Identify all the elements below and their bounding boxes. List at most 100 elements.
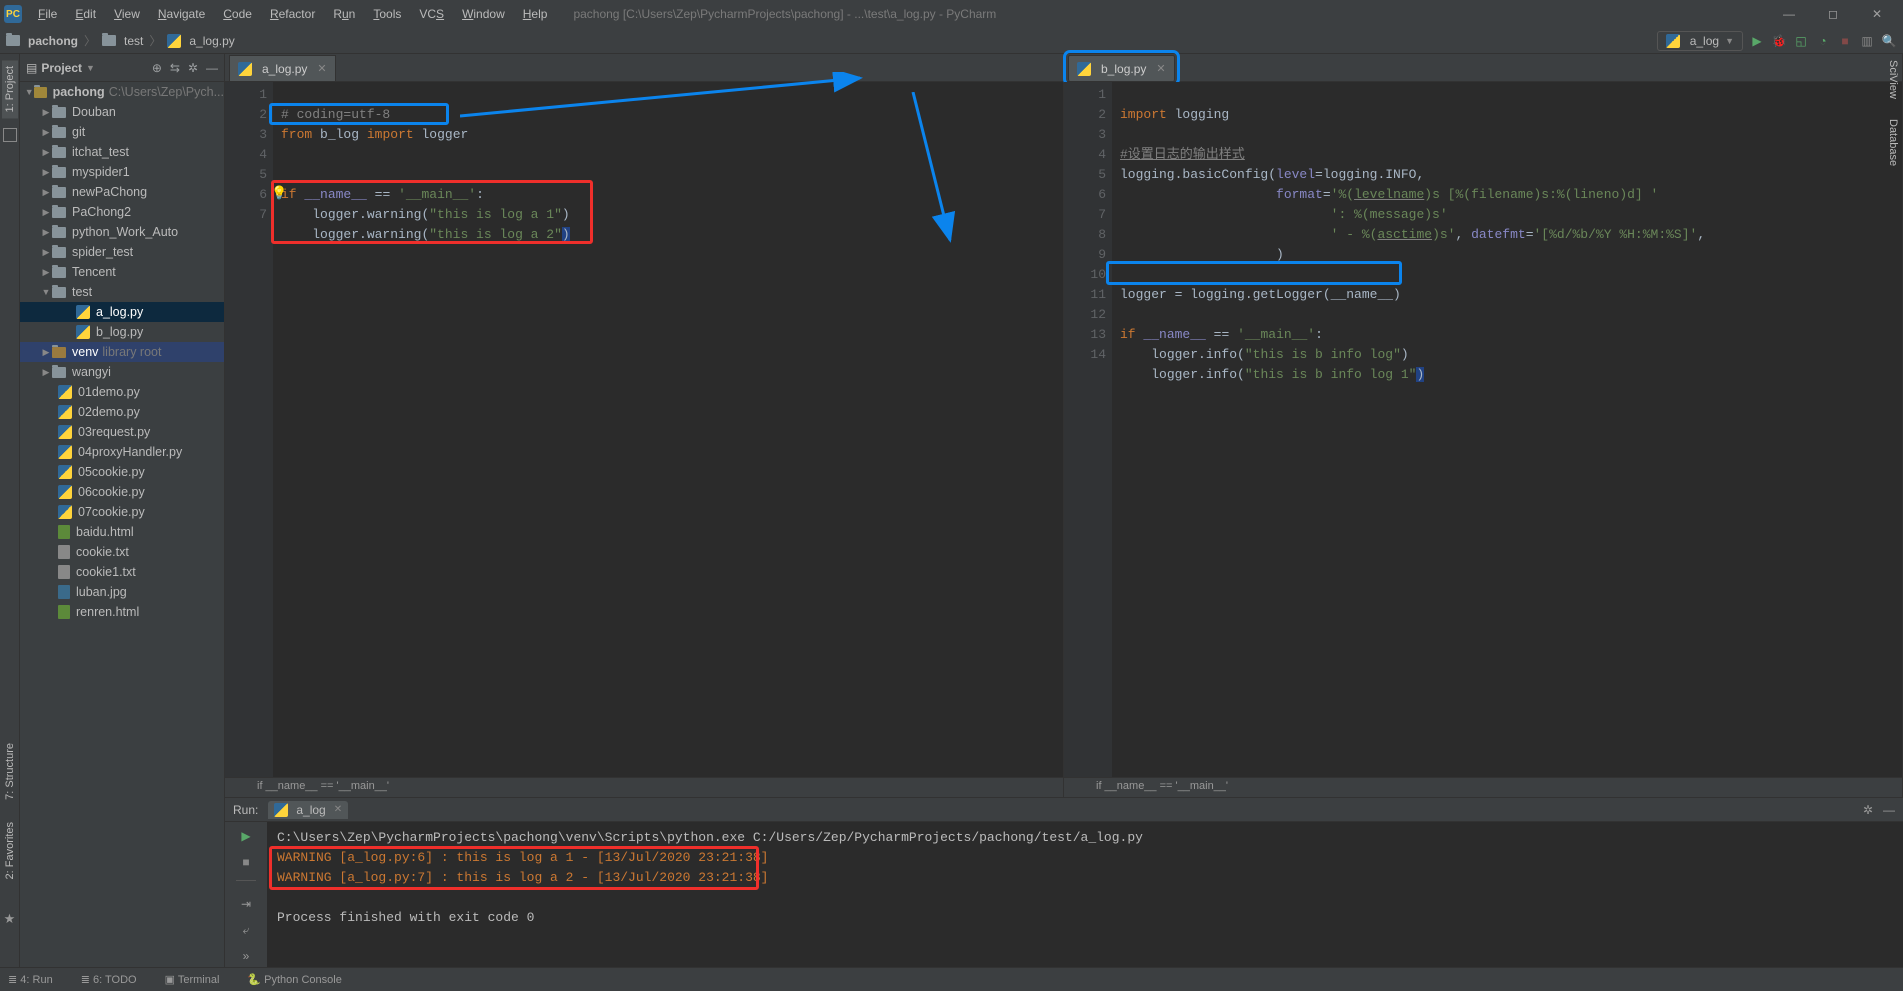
chevron-down-icon[interactable]: ▼ xyxy=(86,63,95,73)
folder-icon xyxy=(52,287,66,298)
code-area[interactable]: # coding=utf-8 from b_log import logger … xyxy=(273,82,1063,777)
run-config-selector[interactable]: a_log ▼ xyxy=(1657,31,1743,51)
tree-file[interactable]: 04proxyHandler.py xyxy=(20,442,224,462)
stop-button[interactable]: ■ xyxy=(1837,33,1853,49)
tree-root[interactable]: ▼ pachong C:\Users\Zep\Pych... xyxy=(20,82,224,102)
tree-file[interactable]: luban.jpg xyxy=(20,582,224,602)
profile-button[interactable]: ◔ xyxy=(1815,33,1831,49)
tree-file[interactable]: cookie.txt xyxy=(20,542,224,562)
more-button[interactable]: » xyxy=(238,948,254,964)
tree-dir-venv[interactable]: ▶ venv library root xyxy=(20,342,224,362)
tree-file[interactable]: 07cookie.py xyxy=(20,502,224,522)
tree-file[interactable]: 02demo.py xyxy=(20,402,224,422)
menu-file[interactable]: File xyxy=(30,3,65,25)
tree-label: 06cookie.py xyxy=(78,485,145,499)
editor-tab-b-log[interactable]: b_log.py ✕ xyxy=(1068,55,1175,81)
tree-label: Tencent xyxy=(72,265,116,279)
editor-breadcrumb[interactable]: if __name__ == '__main__' xyxy=(225,777,1063,797)
tree-dir[interactable]: ▶spider_test xyxy=(20,242,224,262)
tool-tab-favorites[interactable]: 2: Favorites xyxy=(2,816,18,885)
breadcrumb-dir[interactable]: test xyxy=(124,34,143,48)
tree-label: itchat_test xyxy=(72,145,129,159)
tree-dir[interactable]: ▶PaChong2 xyxy=(20,202,224,222)
menu-code[interactable]: Code xyxy=(215,3,260,25)
tool-tab-database[interactable]: Database xyxy=(1885,113,1901,172)
tree-file[interactable]: 03request.py xyxy=(20,422,224,442)
tree-file[interactable]: baidu.html xyxy=(20,522,224,542)
menu-edit[interactable]: Edit xyxy=(67,3,104,25)
settings-icon[interactable]: ✲ xyxy=(1863,803,1873,817)
tree-dir-test[interactable]: ▼ test xyxy=(20,282,224,302)
settings-icon[interactable]: ✲ xyxy=(188,61,198,75)
menu-run[interactable]: Run xyxy=(325,3,363,25)
tree-file-b-log[interactable]: b_log.py xyxy=(20,322,224,342)
tree-dir[interactable]: ▶python_Work_Auto xyxy=(20,222,224,242)
layout-button[interactable]: ⇥ xyxy=(238,896,254,912)
tree-file[interactable]: 06cookie.py xyxy=(20,482,224,502)
tool-tab-sciview[interactable]: SciView xyxy=(1885,54,1901,105)
tree-file[interactable]: cookie1.txt xyxy=(20,562,224,582)
tree-dir[interactable]: ▶git xyxy=(20,122,224,142)
tool-tab-structure[interactable]: 7: Structure xyxy=(2,737,18,806)
menu-tools[interactable]: Tools xyxy=(365,3,409,25)
menu-help[interactable]: Help xyxy=(515,3,556,25)
editor-breadcrumb[interactable]: if __name__ == '__main__' xyxy=(1064,777,1902,797)
status-item[interactable]: ▣ Terminal xyxy=(165,973,220,986)
tool-tab-icon[interactable] xyxy=(3,128,17,142)
status-item[interactable]: ≣ 6: TODO xyxy=(81,973,137,986)
status-item[interactable]: ≣ 4: Run xyxy=(8,973,53,986)
window-title: pachong [C:\Users\Zep\PycharmProjects\pa… xyxy=(573,7,996,21)
python-icon xyxy=(58,465,72,479)
menu-refactor[interactable]: Refactor xyxy=(262,3,323,25)
close-button[interactable]: ✕ xyxy=(1863,7,1891,21)
tree-file[interactable]: 05cookie.py xyxy=(20,462,224,482)
tree-dir[interactable]: ▶newPaChong xyxy=(20,182,224,202)
tree-dir[interactable]: ▶myspider1 xyxy=(20,162,224,182)
editor-body-right[interactable]: 1234567891011121314 import logging #设置日志… xyxy=(1064,82,1902,777)
editor-tab-a-log[interactable]: a_log.py ✕ xyxy=(229,55,336,81)
menu-window[interactable]: Window xyxy=(454,3,513,25)
tree-dir[interactable]: ▶Douban xyxy=(20,102,224,122)
minimize-button[interactable]: — xyxy=(1775,7,1803,21)
rerun-button[interactable]: ▶ xyxy=(238,828,254,844)
project-tree[interactable]: ▼ pachong C:\Users\Zep\Pych... ▶Douban▶g… xyxy=(20,82,224,967)
layout-button[interactable]: ▥ xyxy=(1859,33,1875,49)
run-output[interactable]: C:\Users\Zep\PycharmProjects\pachong\ven… xyxy=(267,822,1903,967)
search-button[interactable]: 🔍 xyxy=(1881,33,1897,49)
tree-file[interactable]: 01demo.py xyxy=(20,382,224,402)
close-icon[interactable]: ✕ xyxy=(317,62,326,75)
locate-icon[interactable]: ⊕ xyxy=(152,61,162,75)
nav-toolbar: pachong 〉 test 〉 a_log.py a_log ▼ ▶ 🐞 ◱ … xyxy=(0,28,1903,54)
code-area[interactable]: import logging #设置日志的输出样式 logging.basicC… xyxy=(1112,82,1902,777)
menu-view[interactable]: View xyxy=(106,3,148,25)
python-icon xyxy=(274,803,288,817)
breadcrumb-file[interactable]: a_log.py xyxy=(189,34,234,48)
tree-dir[interactable]: ▶itchat_test xyxy=(20,142,224,162)
collapse-icon[interactable]: ⇆ xyxy=(170,61,180,75)
tree-label: venv xyxy=(72,345,98,359)
menu-vcs[interactable]: VCS xyxy=(411,3,452,25)
run-tab[interactable]: a_log ✕ xyxy=(268,801,348,819)
close-icon[interactable]: ✕ xyxy=(334,804,342,815)
soft-wrap-button[interactable]: ⤶ xyxy=(238,922,254,938)
run-button[interactable]: ▶ xyxy=(1749,33,1765,49)
hide-icon[interactable]: — xyxy=(206,61,218,75)
hide-icon[interactable]: — xyxy=(1883,803,1895,817)
maximize-button[interactable]: ◻ xyxy=(1819,7,1847,21)
tree-file[interactable]: renren.html xyxy=(20,602,224,622)
bulb-icon[interactable]: 💡 xyxy=(271,184,287,204)
debug-button[interactable]: 🐞 xyxy=(1771,33,1787,49)
editor-body-left[interactable]: 1 2 3 4 5 6 7 # coding=utf-8 from b_log … xyxy=(225,82,1063,777)
coverage-button[interactable]: ◱ xyxy=(1793,33,1809,49)
tool-tab-project[interactable]: 1: Project xyxy=(2,60,18,118)
close-icon[interactable]: ✕ xyxy=(1156,62,1165,75)
tree-file-a-log[interactable]: a_log.py xyxy=(20,302,224,322)
menu-navigate[interactable]: Navigate xyxy=(150,3,213,25)
tree-dir[interactable]: ▶ wangyi xyxy=(20,362,224,382)
run-tool-window: Run: a_log ✕ ✲ — ▶ ■ ⇥ ⤶ » xyxy=(225,797,1903,967)
status-item[interactable]: 🐍 Python Console xyxy=(247,973,341,986)
breadcrumb-root[interactable]: pachong xyxy=(28,34,78,48)
tree-dir[interactable]: ▶Tencent xyxy=(20,262,224,282)
stop-button[interactable]: ■ xyxy=(238,854,254,870)
project-title[interactable]: Project xyxy=(41,61,82,75)
